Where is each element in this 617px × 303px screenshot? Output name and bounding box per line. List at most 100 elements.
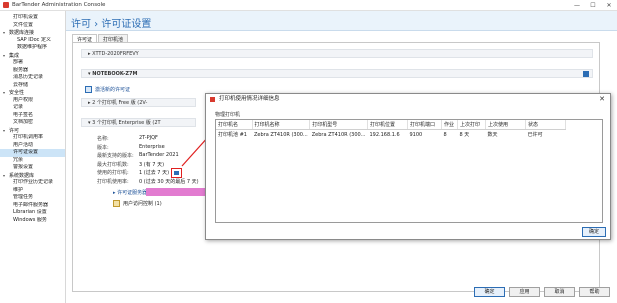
column-header[interactable]: 状态 xyxy=(525,120,566,130)
sidebar-item-label: 许可 xyxy=(9,127,20,134)
sidebar-item-label: 管理任务 xyxy=(13,194,34,200)
column-header[interactable]: 上次使用 xyxy=(485,120,526,130)
minimize-button[interactable]: — xyxy=(569,2,585,9)
table-cell: 8 天 xyxy=(459,132,470,138)
dialog-close-button[interactable]: ✕ xyxy=(599,94,605,105)
sidebar-item-label: 冗余 xyxy=(13,156,24,163)
sidebar-item-label: 消息历史记录 xyxy=(13,74,44,80)
server-section-1[interactable]: ▸ XTTD-2020FRFEVY xyxy=(81,49,593,58)
sidebar-item[interactable]: 数据维护程序 xyxy=(0,44,65,52)
activate-license-label: 激活新的许可证 xyxy=(95,87,131,93)
sidebar-item[interactable]: 用户权限 xyxy=(0,97,65,105)
sidebar-item-label: 打印机设置 xyxy=(13,14,39,20)
sidebar-item[interactable]: 管理任务 xyxy=(0,194,65,202)
column-header[interactable]: 上次打印 xyxy=(457,120,486,130)
sidebar-item[interactable]: 打印作业历史记录 xyxy=(0,179,65,187)
sidebar-item-label: 用户活动 xyxy=(13,141,34,148)
sidebar-item-label: 安全性 xyxy=(9,90,25,96)
server-section-2[interactable]: ▾ NOTEBOOK-Z7M xyxy=(81,69,593,78)
page-header: 许可 › 许可证设置 xyxy=(66,11,617,31)
sidebar-item-label: 系统数据库 xyxy=(9,172,35,179)
sidebar-item[interactable]: 云存储 xyxy=(0,82,65,90)
sidebar-item[interactable]: ▾ 集成 xyxy=(0,52,65,60)
sidebar-item[interactable]: 电子邮件服务器 xyxy=(0,202,65,210)
column-header[interactable]: 打印机型号 xyxy=(309,120,368,130)
cancel-button[interactable]: 取消 xyxy=(544,287,575,297)
sidebar-item[interactable]: 打印机调用率 xyxy=(0,134,65,142)
column-header[interactable]: 打印机端口 xyxy=(407,120,442,130)
sidebar-item[interactable]: 打印机设置 xyxy=(0,14,65,22)
sidebar-item[interactable]: 许可证设置 xyxy=(0,149,65,157)
license-group-enterprise[interactable]: ▾ 3 个打印机 Enterprise 版 (2T xyxy=(81,118,196,127)
sidebar-item[interactable]: 消息历史记录 xyxy=(0,74,65,82)
field-value: 1 (过去 7 天) xyxy=(139,170,170,177)
table-row[interactable]: 打印机池 #1 Zebra ZT410R (300... Zebra ZT410R … xyxy=(216,130,565,140)
sidebar-item-label: 电子邮件服务器 xyxy=(13,201,49,208)
sidebar-item[interactable]: 电子签名 xyxy=(0,112,65,120)
sidebar-item-label: 打印机调用率 xyxy=(13,134,44,140)
table-cell: 9100 xyxy=(409,131,423,138)
sidebar-item[interactable]: 用户活动 xyxy=(0,142,65,150)
details-icon xyxy=(174,171,179,175)
sidebar-item[interactable]: 记录 xyxy=(0,104,65,112)
highlight-bar xyxy=(146,188,205,196)
field-label: 使用的打印机: xyxy=(97,170,129,177)
sidebar-item[interactable]: 冗余 xyxy=(0,157,65,165)
sidebar-item-label: 记录 xyxy=(13,104,24,110)
sidebar-item-label: 用户权限 xyxy=(13,96,34,103)
server-name: NOTEBOOK-Z7M xyxy=(92,71,138,77)
user-access-control[interactable]: 用户访问控制 (1) xyxy=(113,200,162,207)
server-settings-icon[interactable] xyxy=(583,71,589,77)
field-value: Enterprise xyxy=(139,143,165,150)
field-value: 2T-PJQF xyxy=(139,135,158,141)
sidebar-item[interactable]: Librarian 设置 xyxy=(0,209,65,217)
field-label: 名称: xyxy=(97,136,109,142)
user-access-label: 用户访问控制 (1) xyxy=(123,201,162,207)
server-name: XTTD-2020FRFEVY xyxy=(92,51,139,57)
app-logo-icon xyxy=(3,2,9,8)
sidebar-item-label: 云存储 xyxy=(13,81,29,88)
printer-usage-dialog: 打印机使用情况详细信息 ✕ 物理打印机 打印机名 打印机名称 打印机型号 打印机位置打… xyxy=(205,93,611,240)
sidebar-item[interactable]: ▾ 许可 xyxy=(0,127,65,135)
sidebar-item[interactable]: ▾ 数据库连接 xyxy=(0,29,65,37)
field-label: 版本: xyxy=(97,144,109,151)
sidebar-item-label: 服务器 xyxy=(13,66,29,73)
sidebar-item[interactable]: 服务器 xyxy=(0,67,65,75)
sidebar-item[interactable]: 维护 xyxy=(0,187,65,195)
maximize-button[interactable]: ☐ xyxy=(585,2,601,9)
sidebar-item-label: Librarian 设置 xyxy=(13,209,47,215)
sidebar-item[interactable]: ▾ 系统数据库 xyxy=(0,172,65,180)
sidebar-item-label: 数据库连接 xyxy=(9,30,35,36)
field-value: 0 (过去 30 天的最后 7 天) xyxy=(139,179,199,185)
help-button[interactable]: 帮助 xyxy=(579,287,610,297)
field-value: BarTender 2021 xyxy=(139,152,179,159)
close-button[interactable]: ✕ xyxy=(601,2,617,9)
breadcrumb: 许可 › 许可证设置 xyxy=(71,19,152,30)
sidebar-item-label: SAP IDoc 定义 xyxy=(17,36,52,43)
activate-license-link[interactable]: 激活新的许可证 xyxy=(85,86,130,93)
sidebar-item[interactable]: 文档加密 xyxy=(0,119,65,127)
ok-button[interactable]: 确定 xyxy=(474,287,505,297)
table-cell: 数天 xyxy=(487,132,498,138)
column-header[interactable]: 打印机位置 xyxy=(367,120,408,130)
apply-button[interactable]: 应用 xyxy=(509,287,540,297)
column-header[interactable]: 打印机名称 xyxy=(252,120,311,130)
column-header[interactable]: 作业 xyxy=(441,120,458,130)
table-cell: 8 xyxy=(443,131,447,138)
sidebar-item[interactable]: Windows 服务 xyxy=(0,217,65,225)
license-server-link[interactable]: ▸ 许可证服务器 xyxy=(113,189,147,196)
sidebar-item[interactable]: 文件位置 xyxy=(0,22,65,30)
license-group-free[interactable]: ▸ 2 个打印机 Free 版 (2V- xyxy=(81,98,196,107)
group-label: 物理打印机 xyxy=(215,112,241,118)
dialog-ok-button[interactable]: 确定 xyxy=(582,227,606,237)
license-server-label: 许可证服务器 xyxy=(117,190,148,196)
table-cell: Zebra ZT410R (300... xyxy=(254,131,308,138)
column-header[interactable]: 打印机名 xyxy=(216,120,253,130)
sidebar-item[interactable]: 警报设置 xyxy=(0,164,65,172)
sidebar-item[interactable]: ▾ 安全性 xyxy=(0,89,65,97)
sidebar-item[interactable]: SAP IDoc 定义 xyxy=(0,37,65,45)
table-cell: 已许可 xyxy=(527,132,543,138)
sidebar-item[interactable]: 部署 xyxy=(0,59,65,67)
sidebar-item-label: 数据维护程序 xyxy=(17,44,48,50)
sidebar-item-label: Windows 服务 xyxy=(13,216,47,223)
